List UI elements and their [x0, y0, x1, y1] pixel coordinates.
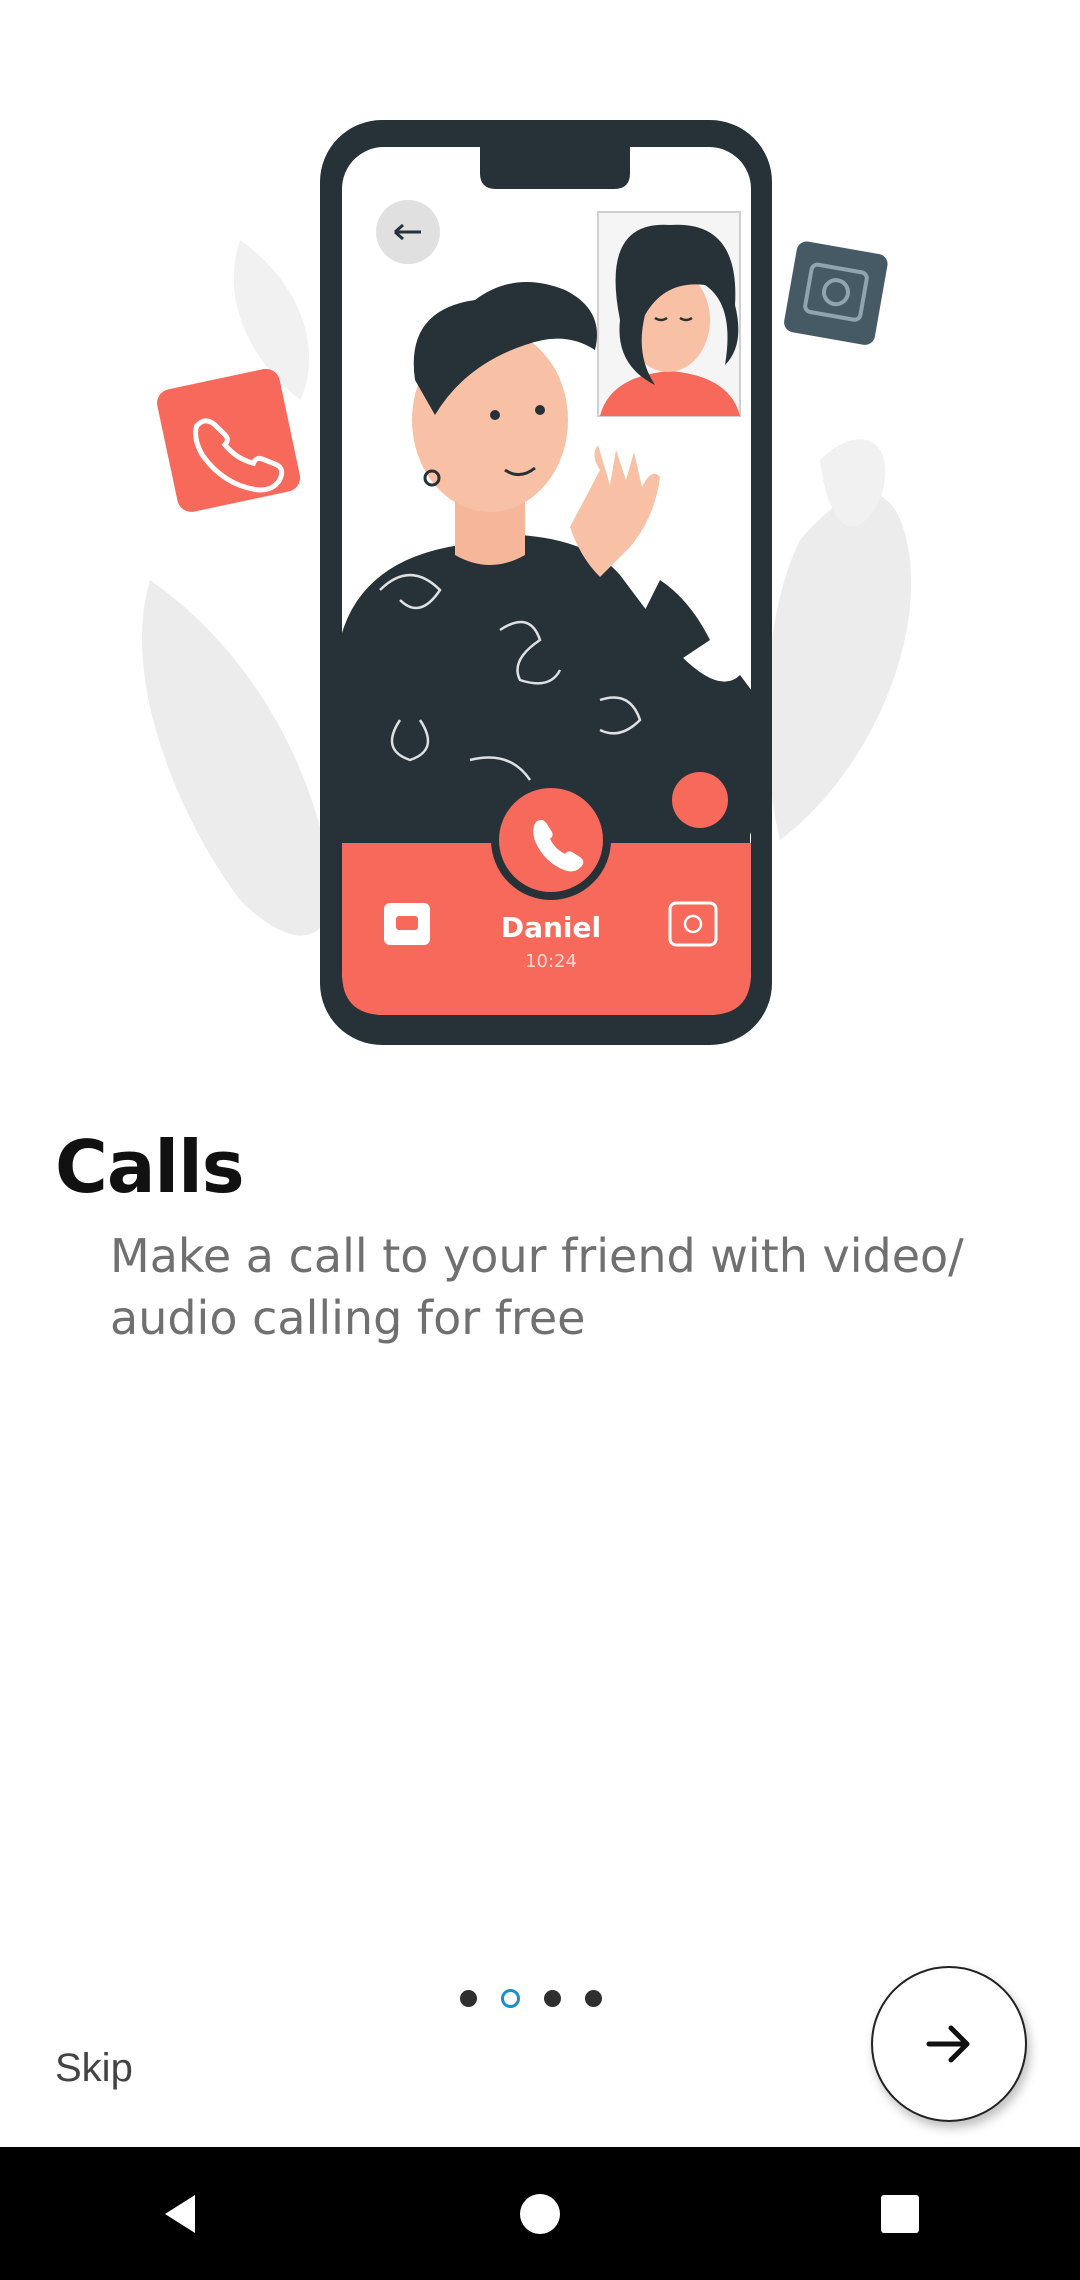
page-dot-active — [501, 1988, 520, 2008]
recents-square-icon — [881, 2194, 919, 2233]
page-title: Calls — [55, 1125, 245, 1209]
call-button-icon — [491, 780, 611, 900]
page-dot — [544, 1989, 561, 2007]
onboarding-illustration: Daniel 10:24 — [142, 120, 912, 1045]
nav-recents-button[interactable] — [835, 2164, 965, 2264]
arrow-right-icon — [926, 2025, 970, 2063]
nav-back-button[interactable] — [115, 2164, 245, 2264]
camera-card-icon — [784, 241, 888, 345]
page-indicator — [460, 1986, 602, 2010]
page-description: Make a call to your friend with video/ a… — [110, 1229, 964, 1345]
page-dot — [460, 1989, 477, 2007]
caller-name: Daniel — [501, 911, 601, 944]
next-button[interactable] — [871, 1966, 1027, 2122]
call-time: 10:24 — [525, 951, 577, 972]
system-nav-bar — [0, 2147, 1080, 2280]
inset-video — [597, 211, 741, 417]
page-dot — [585, 1989, 602, 2007]
home-circle-icon — [520, 2193, 560, 2234]
skip-button[interactable]: Skip — [55, 2046, 133, 2091]
nav-home-button[interactable] — [475, 2164, 605, 2264]
phone-card-icon — [157, 368, 301, 512]
back-triangle-icon — [165, 2194, 195, 2233]
